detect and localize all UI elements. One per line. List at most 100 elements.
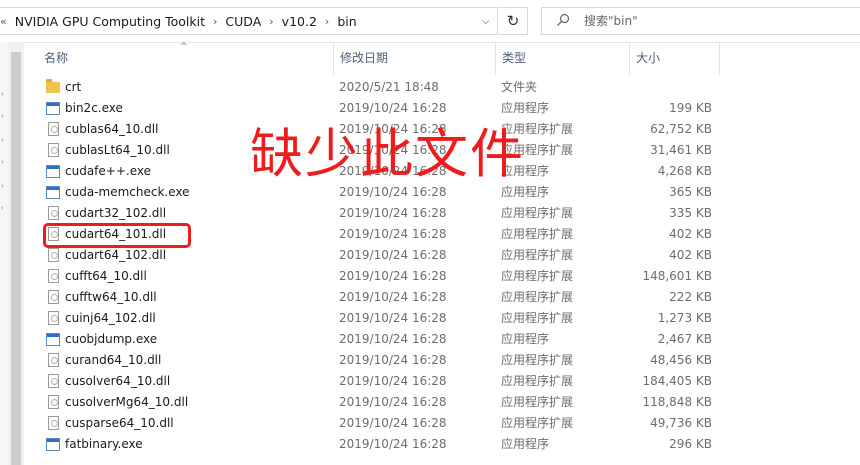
file-name: cuobjdump.exe (65, 332, 158, 346)
file-size: 4,268 KB (657, 164, 712, 178)
annotation-text: 缺少此文件 (250, 124, 525, 185)
file-size (634, 77, 712, 98)
dll-file-icon (46, 290, 60, 305)
file-size: 402 KB (669, 248, 712, 262)
column-header-size[interactable]: 大小 (629, 42, 719, 75)
breadcrumb-item-bin[interactable]: bin (337, 14, 356, 29)
file-row[interactable]: crt 2020/5/21 18:48 文件夹 (24, 77, 860, 98)
overflow-chevron-icon[interactable]: « (0, 15, 7, 28)
search-input[interactable] (584, 14, 824, 28)
search-box[interactable] (541, 7, 860, 35)
folder-icon (46, 79, 60, 95)
file-size: 222 KB (669, 290, 712, 304)
file-type: 应用程序扩展 (501, 353, 574, 367)
breadcrumb-separator-icon[interactable]: › (325, 15, 329, 28)
file-row[interactable]: cufftw64_10.dll 2019/10/24 16:28 应用程序扩展 222… (24, 287, 860, 308)
file-size: 1,273 KB (657, 311, 712, 325)
file-date: 2019/10/24 16:28 (339, 269, 447, 283)
file-row[interactable]: curand64_10.dll 2019/10/24 16:28 应用程序扩展 48,… (24, 350, 860, 371)
file-type: 应用程序扩展 (501, 269, 574, 283)
breadcrumb[interactable]: « NVIDIA GPU Computing Toolkit › CUDA › … (0, 7, 498, 35)
navigation-pane[interactable]: › › › › › › (0, 42, 8, 465)
address-dropdown-button[interactable]: ⌵ (473, 7, 498, 35)
expand-arrow-icon[interactable]: › (1, 90, 4, 98)
breadcrumb-item-toolkit[interactable]: NVIDIA GPU Computing Toolkit (15, 14, 205, 29)
file-type: 应用程序扩展 (501, 248, 574, 262)
file-type: 应用程序扩展 (501, 311, 574, 325)
file-type: 应用程序扩展 (501, 206, 574, 220)
file-row[interactable]: cusolver64_10.dll 2019/10/24 16:28 应用程序扩展 1… (24, 371, 860, 392)
file-size: 31,461 KB (650, 143, 712, 157)
file-row[interactable]: bin2c.exe 2019/10/24 16:28 应用程序 199 KB (24, 98, 860, 119)
column-header-type[interactable]: 类型 (495, 42, 629, 75)
dll-file-icon (46, 206, 60, 221)
file-type: 文件夹 (501, 80, 538, 94)
address-bar: « NVIDIA GPU Computing Toolkit › CUDA › … (0, 0, 860, 43)
file-type: 应用程序 (501, 185, 550, 199)
file-name: cublasLt64_10.dll (65, 143, 170, 157)
dll-file-icon (46, 374, 60, 389)
file-row[interactable]: cudart32_102.dll 2019/10/24 16:28 应用程序扩展 33… (24, 203, 860, 224)
file-size: 335 KB (669, 206, 712, 220)
expand-arrow-icon[interactable]: › (1, 112, 4, 120)
expand-arrow-icon[interactable]: › (1, 158, 4, 166)
file-row[interactable]: cufft64_10.dll 2019/10/24 16:28 应用程序扩展 148,… (24, 266, 860, 287)
chevron-down-icon: ⌵ (481, 15, 490, 27)
file-row[interactable]: cudart64_102.dll 2019/10/24 16:28 应用程序扩展 40… (24, 245, 860, 266)
file-name: curand64_10.dll (65, 353, 162, 367)
file-name: cufftw64_10.dll (65, 290, 157, 304)
dll-file-icon (46, 416, 60, 431)
file-type: 应用程序 (501, 101, 550, 115)
application-icon (46, 437, 60, 452)
file-row[interactable]: cusolverMg64_10.dll 2019/10/24 16:28 应用程序扩… (24, 392, 860, 413)
dll-file-icon (46, 311, 60, 326)
file-type: 应用程序 (501, 332, 550, 346)
expand-arrow-icon[interactable]: › (1, 204, 4, 212)
file-date: 2019/10/24 16:28 (339, 227, 447, 241)
dll-file-icon (46, 143, 60, 158)
file-name: bin2c.exe (65, 101, 123, 115)
file-size: 365 KB (669, 185, 712, 199)
expand-arrow-icon[interactable]: › (1, 136, 4, 144)
dll-file-icon (46, 122, 60, 137)
file-size: 118,848 KB (642, 395, 712, 409)
file-size: 296 KB (669, 437, 712, 451)
file-type: 应用程序扩展 (501, 374, 574, 388)
file-row[interactable]: cuinj64_102.dll 2019/10/24 16:28 应用程序扩展 1,2… (24, 308, 860, 329)
file-date: 2019/10/24 16:28 (339, 437, 447, 451)
file-size: 62,752 KB (650, 122, 712, 136)
file-row[interactable]: cusparse64_10.dll 2019/10/24 16:28 应用程序扩展 4… (24, 413, 860, 434)
refresh-button[interactable]: ↻ (499, 7, 528, 35)
file-date: 2019/10/24 16:28 (339, 332, 447, 346)
file-size: 184,405 KB (642, 374, 712, 388)
refresh-icon: ↻ (506, 12, 520, 30)
scrollbar-thumb[interactable] (11, 52, 21, 465)
breadcrumb-separator-icon[interactable]: › (269, 15, 273, 28)
search-icon (556, 13, 572, 30)
file-size: 199 KB (669, 101, 712, 115)
file-row[interactable]: cuda-memcheck.exe 2019/10/24 16:28 应用程序 365… (24, 182, 860, 203)
file-row[interactable]: cuobjdump.exe 2019/10/24 16:28 应用程序 2,467 K… (24, 329, 860, 350)
column-divider[interactable] (719, 42, 721, 75)
dll-file-icon (46, 269, 60, 284)
breadcrumb-item-version[interactable]: v10.2 (282, 14, 317, 29)
column-header-row: 名称 修改日期 类型 大小 (24, 42, 860, 75)
file-type: 应用程序扩展 (501, 227, 574, 241)
navigation-scrollbar[interactable] (8, 42, 24, 465)
dll-file-icon (46, 248, 60, 263)
file-date: 2019/10/24 16:28 (339, 248, 447, 262)
file-date: 2019/10/24 16:28 (339, 311, 447, 325)
dll-file-icon (46, 353, 60, 368)
expand-arrow-icon[interactable]: › (1, 182, 4, 190)
file-type: 应用程序扩展 (501, 416, 574, 430)
application-icon (46, 164, 60, 179)
column-header-date[interactable]: 修改日期 (333, 42, 495, 75)
file-size: 49,736 KB (650, 416, 712, 430)
file-date: 2019/10/24 16:28 (339, 374, 447, 388)
file-name: crt (65, 80, 82, 94)
file-date: 2019/10/24 16:28 (339, 185, 447, 199)
dll-file-icon (46, 395, 60, 410)
file-row[interactable]: fatbinary.exe 2019/10/24 16:28 应用程序 296 KB (24, 434, 860, 455)
breadcrumb-item-cuda[interactable]: CUDA (225, 14, 261, 29)
breadcrumb-separator-icon[interactable]: › (213, 15, 217, 28)
